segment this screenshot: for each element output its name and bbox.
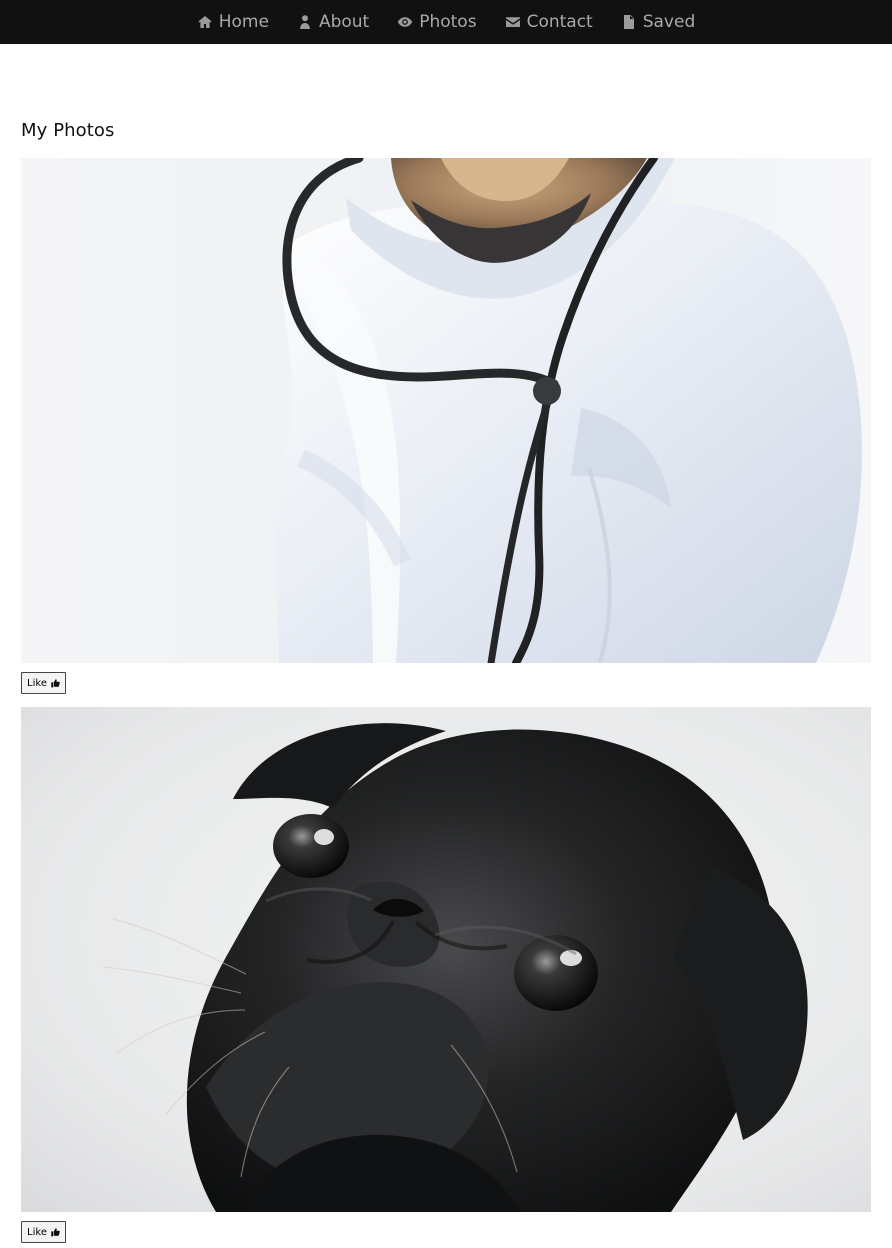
nav-item-contact[interactable]: Contact (505, 0, 593, 44)
like-button[interactable]: Like (21, 672, 66, 694)
doctor-dog-photo (21, 158, 871, 663)
nav-photos-label: Photos (419, 11, 477, 32)
envelope-icon (505, 14, 521, 30)
pug-photo (21, 707, 871, 1212)
nav-item-photos[interactable]: Photos (397, 0, 477, 44)
nav-home-label: Home (218, 11, 269, 32)
nav-saved-label: Saved (642, 11, 696, 32)
photo-card: Like (21, 707, 871, 1243)
photo-card: Like (21, 158, 871, 694)
like-button-label: Like (27, 677, 47, 689)
top-navigation-bar: Home About Photos Contact Saved (0, 0, 892, 44)
user-icon (297, 14, 313, 30)
nav-item-home[interactable]: Home (197, 0, 269, 44)
file-icon (621, 14, 637, 30)
nav-contact-label: Contact (526, 11, 593, 32)
nav-about-label: About (318, 11, 370, 32)
thumbs-up-icon (50, 1227, 60, 1237)
like-button-label: Like (27, 1226, 47, 1238)
eye-icon (397, 14, 413, 30)
home-icon (197, 14, 213, 30)
like-button[interactable]: Like (21, 1221, 66, 1243)
nav-item-saved[interactable]: Saved (621, 0, 696, 44)
nav-item-about[interactable]: About (297, 0, 369, 44)
thumbs-up-icon (50, 678, 60, 688)
page-title: My Photos (21, 120, 115, 141)
